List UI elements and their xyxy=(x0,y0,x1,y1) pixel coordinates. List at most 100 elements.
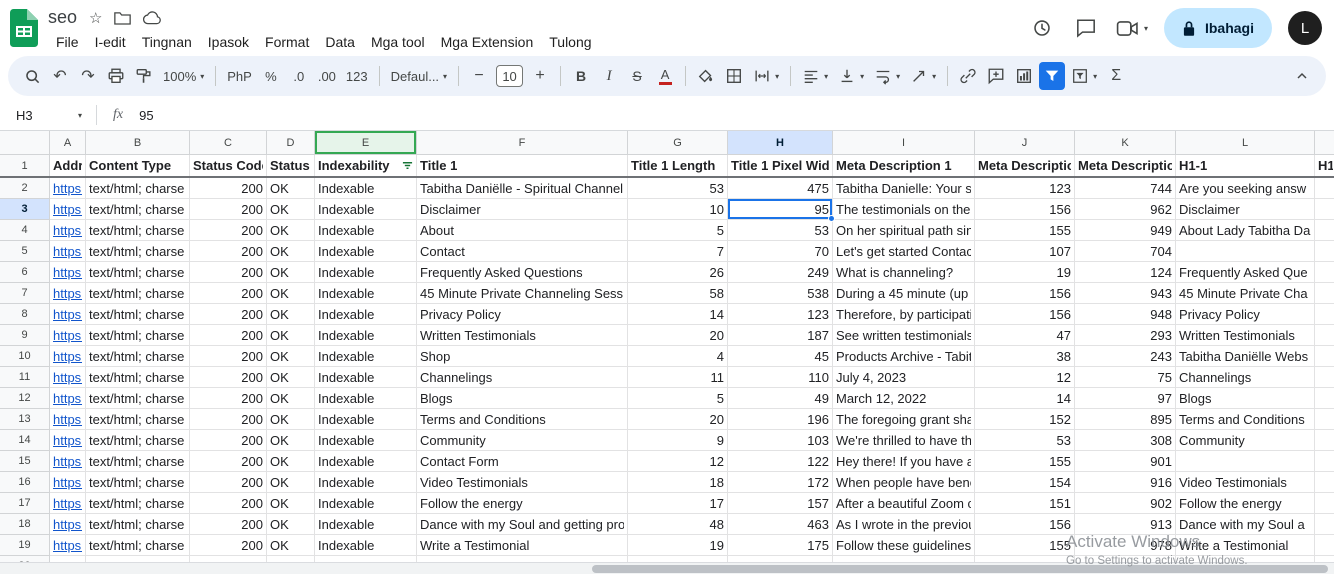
cell-G14[interactable]: 9 xyxy=(628,430,728,451)
cell-A3[interactable]: https://t xyxy=(50,199,86,220)
cell-K17[interactable]: 902 xyxy=(1075,493,1176,514)
cell-M19[interactable] xyxy=(1315,535,1334,556)
cell-I2[interactable]: Tabitha Danielle: Your s xyxy=(833,178,975,199)
cell-C9[interactable]: 200 xyxy=(190,325,267,346)
share-button[interactable]: Ibahagi xyxy=(1163,8,1272,48)
menu-tulong[interactable]: Tulong xyxy=(541,32,599,52)
cell-C19[interactable]: 200 xyxy=(190,535,267,556)
cell-D16[interactable]: OK xyxy=(267,472,315,493)
cell-I4[interactable]: On her spiritual path sin xyxy=(833,220,975,241)
insert-comment-button[interactable] xyxy=(983,62,1009,90)
cell-C14[interactable]: 200 xyxy=(190,430,267,451)
column-header-E[interactable]: E xyxy=(315,131,417,155)
cell-G18[interactable]: 48 xyxy=(628,514,728,535)
cell-B8[interactable]: text/html; charse xyxy=(86,304,190,325)
cell-A11[interactable]: https://t xyxy=(50,367,86,388)
cell-D15[interactable]: OK xyxy=(267,451,315,472)
functions-button[interactable]: Σ xyxy=(1103,62,1129,90)
cell-J16[interactable]: 154 xyxy=(975,472,1075,493)
font-size-input[interactable]: 10 xyxy=(496,65,524,87)
cell-J2[interactable]: 123 xyxy=(975,178,1075,199)
cell-F9[interactable]: Written Testimonials xyxy=(417,325,628,346)
cell-K10[interactable]: 243 xyxy=(1075,346,1176,367)
row-header-16[interactable]: 16 xyxy=(0,472,50,493)
cell-K6[interactable]: 124 xyxy=(1075,262,1176,283)
cell-J1[interactable]: Meta Descriptio xyxy=(975,155,1075,176)
menu-mga-extension[interactable]: Mga Extension xyxy=(433,32,542,52)
cell-I9[interactable]: See written testimonials xyxy=(833,325,975,346)
formula-input[interactable]: 95 xyxy=(135,108,153,123)
cell-E6[interactable]: Indexable xyxy=(315,262,417,283)
cell-D9[interactable]: OK xyxy=(267,325,315,346)
cell-L12[interactable]: Blogs xyxy=(1176,388,1315,409)
cell-G4[interactable]: 5 xyxy=(628,220,728,241)
cell-G19[interactable]: 19 xyxy=(628,535,728,556)
cell-E17[interactable]: Indexable xyxy=(315,493,417,514)
cell-F6[interactable]: Frequently Asked Questions xyxy=(417,262,628,283)
cell-F17[interactable]: Follow the energy xyxy=(417,493,628,514)
row-header-1[interactable]: 1 xyxy=(0,155,50,176)
cell-L18[interactable]: Dance with my Soul a xyxy=(1176,514,1315,535)
cell-E9[interactable]: Indexable xyxy=(315,325,417,346)
cell-K2[interactable]: 744 xyxy=(1075,178,1176,199)
cell-J14[interactable]: 53 xyxy=(975,430,1075,451)
cell-L6[interactable]: Frequently Asked Que xyxy=(1176,262,1315,283)
cell-M5[interactable] xyxy=(1315,241,1334,262)
filter-applied-icon[interactable] xyxy=(402,160,413,171)
cell-B9[interactable]: text/html; charse xyxy=(86,325,190,346)
cell-G15[interactable]: 12 xyxy=(628,451,728,472)
column-header-A[interactable]: A xyxy=(50,131,86,155)
cell-B6[interactable]: text/html; charse xyxy=(86,262,190,283)
cell-F3[interactable]: Disclaimer xyxy=(417,199,628,220)
cell-C11[interactable]: 200 xyxy=(190,367,267,388)
strikethrough-button[interactable]: S xyxy=(624,62,650,90)
cell-B12[interactable]: text/html; charse xyxy=(86,388,190,409)
cell-E19[interactable]: Indexable xyxy=(315,535,417,556)
cell-L17[interactable]: Follow the energy xyxy=(1176,493,1315,514)
cell-K11[interactable]: 75 xyxy=(1075,367,1176,388)
cell-D5[interactable]: OK xyxy=(267,241,315,262)
cell-I13[interactable]: The foregoing grant sha xyxy=(833,409,975,430)
cell-M13[interactable] xyxy=(1315,409,1334,430)
cell-C15[interactable]: 200 xyxy=(190,451,267,472)
cell-L8[interactable]: Privacy Policy xyxy=(1176,304,1315,325)
row-header-19[interactable]: 19 xyxy=(0,535,50,556)
cell-J4[interactable]: 155 xyxy=(975,220,1075,241)
cell-F18[interactable]: Dance with my Soul and getting pro xyxy=(417,514,628,535)
cell-H19[interactable]: 175 xyxy=(728,535,833,556)
cell-B16[interactable]: text/html; charse xyxy=(86,472,190,493)
cell-M4[interactable] xyxy=(1315,220,1334,241)
row-header-8[interactable]: 8 xyxy=(0,304,50,325)
cell-B7[interactable]: text/html; charse xyxy=(86,283,190,304)
cell-E10[interactable]: Indexable xyxy=(315,346,417,367)
column-header-C[interactable]: C xyxy=(190,131,267,155)
cell-H7[interactable]: 538 xyxy=(728,283,833,304)
currency-format-button[interactable]: PhP xyxy=(223,62,256,90)
cell-A15[interactable]: https://t xyxy=(50,451,86,472)
column-header-partial[interactable] xyxy=(1315,131,1334,155)
cell-G12[interactable]: 5 xyxy=(628,388,728,409)
cell-L4[interactable]: About Lady Tabitha Da xyxy=(1176,220,1315,241)
cell-L1[interactable]: H1-1 xyxy=(1176,155,1315,176)
cell-A10[interactable]: https://t xyxy=(50,346,86,367)
cell-J9[interactable]: 47 xyxy=(975,325,1075,346)
row-header-17[interactable]: 17 xyxy=(0,493,50,514)
percent-format-button[interactable]: % xyxy=(258,62,284,90)
cell-A12[interactable]: https://t xyxy=(50,388,86,409)
cell-I5[interactable]: Let's get started Contac xyxy=(833,241,975,262)
cell-C3[interactable]: 200 xyxy=(190,199,267,220)
cell-D2[interactable]: OK xyxy=(267,178,315,199)
fill-handle[interactable] xyxy=(828,215,835,222)
cell-D11[interactable]: OK xyxy=(267,367,315,388)
cell-A18[interactable]: https://t xyxy=(50,514,86,535)
cell-A5[interactable]: https://t xyxy=(50,241,86,262)
cell-E8[interactable]: Indexable xyxy=(315,304,417,325)
insert-chart-button[interactable] xyxy=(1011,62,1037,90)
cell-L9[interactable]: Written Testimonials xyxy=(1176,325,1315,346)
cell-H15[interactable]: 122 xyxy=(728,451,833,472)
cell-D10[interactable]: OK xyxy=(267,346,315,367)
cell-A14[interactable]: https://t xyxy=(50,430,86,451)
cell-F1[interactable]: Title 1 xyxy=(417,155,628,176)
cell-G3[interactable]: 10 xyxy=(628,199,728,220)
avatar[interactable]: L xyxy=(1288,11,1322,45)
